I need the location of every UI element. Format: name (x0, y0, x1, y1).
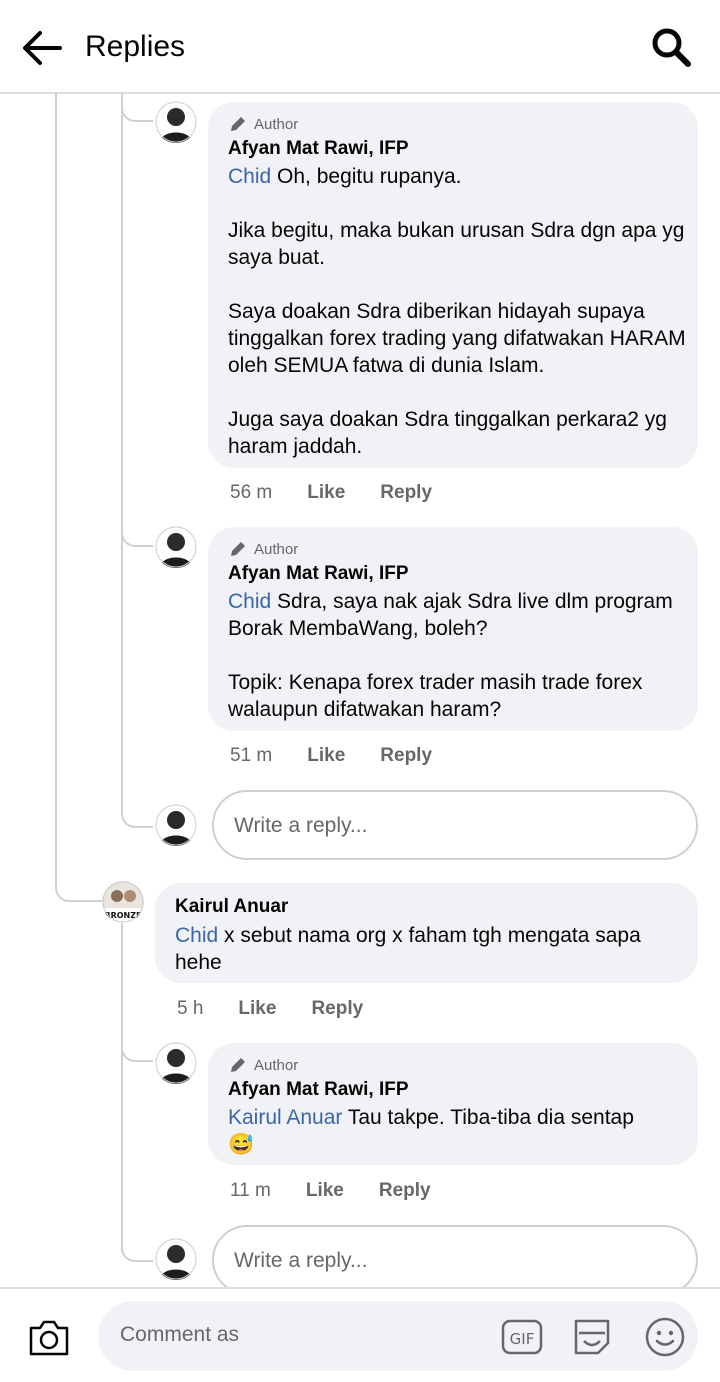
commenter-name[interactable]: Afyan Mat Rawi, IFP (228, 138, 409, 160)
svg-text:GIF: GIF (510, 1330, 535, 1348)
thread-elbow (121, 100, 153, 122)
thread-elbow (121, 525, 153, 547)
comment-actions: 51 m Like Reply (230, 745, 432, 767)
author-badge-label: Author (254, 115, 299, 133)
like-button[interactable]: Like (307, 482, 345, 504)
reply-input[interactable]: Write a reply... (212, 1225, 698, 1295)
comment-text: Kairul Anuar Tau takpe. Tiba-tiba dia se… (228, 1106, 634, 1156)
avatar[interactable] (155, 526, 197, 568)
timestamp[interactable]: 56 m (230, 482, 272, 504)
thread-elbow (121, 1040, 153, 1062)
reply-button[interactable]: Reply (379, 1180, 431, 1202)
commenter-name[interactable]: Afyan Mat Rawi, IFP (228, 1079, 409, 1101)
like-button[interactable]: Like (306, 1180, 344, 1202)
emoji-icon[interactable] (643, 1315, 687, 1359)
author-badge: Author (228, 114, 298, 134)
app-header: Replies (0, 0, 720, 94)
thread-line-inner-2 (121, 922, 123, 1252)
avatar (155, 804, 197, 846)
mention-link[interactable]: Chid (175, 924, 218, 947)
reply-button[interactable]: Reply (311, 998, 363, 1020)
commenter-name[interactable]: Afyan Mat Rawi, IFP (228, 563, 409, 585)
reply-button[interactable]: Reply (380, 745, 432, 767)
timestamp[interactable]: 5 h (177, 998, 203, 1020)
thread-elbow (121, 1244, 153, 1262)
camera-icon[interactable] (27, 1318, 71, 1358)
pencil-icon (231, 542, 245, 556)
pencil-icon (231, 117, 245, 131)
thread-elbow (55, 870, 103, 902)
timestamp[interactable]: 51 m (230, 745, 272, 767)
back-arrow-icon[interactable] (20, 28, 64, 68)
comment-actions: 56 m Like Reply (230, 482, 432, 504)
author-badge-label: Author (254, 1056, 299, 1074)
comment-composer-bar: Comment as GIF (0, 1287, 720, 1382)
comment-bubble: Kairul Anuar Chid x sebut nama org x fah… (155, 883, 698, 983)
avatar-badge-text: BRONZE (104, 911, 141, 920)
gif-icon[interactable]: GIF (500, 1315, 544, 1359)
comment-text: Chid Sdra, saya nak ajak Sdra live dlm p… (228, 590, 673, 721)
comment-bubble: Author Afyan Mat Rawi, IFP Chid Oh, begi… (208, 102, 698, 468)
reply-button[interactable]: Reply (380, 482, 432, 504)
avatar[interactable] (155, 1042, 197, 1084)
like-button[interactable]: Like (307, 745, 345, 767)
search-icon[interactable] (650, 26, 692, 68)
timestamp[interactable]: 11 m (230, 1180, 271, 1202)
commenter-name[interactable]: Kairul Anuar (175, 896, 288, 918)
reply-input[interactable]: Write a reply... (212, 790, 698, 860)
reply-input-placeholder: Write a reply... (234, 1249, 368, 1272)
author-badge-label: Author (254, 540, 299, 558)
avatar (155, 1238, 197, 1280)
comment-actions: 11 m Like Reply (230, 1180, 431, 1202)
reply-input-placeholder: Write a reply... (234, 814, 368, 837)
like-button[interactable]: Like (238, 998, 276, 1020)
comment-bubble: Author Afyan Mat Rawi, IFP Kairul Anuar … (208, 1043, 698, 1165)
mention-link[interactable]: Chid (228, 590, 271, 613)
pencil-icon (231, 1058, 245, 1072)
avatar[interactable] (155, 101, 197, 143)
avatar[interactable]: BRONZE (102, 881, 144, 923)
author-badge: Author (228, 539, 298, 559)
author-badge: Author (228, 1055, 298, 1075)
sticker-icon[interactable] (570, 1315, 614, 1359)
comment-input-placeholder: Comment as (120, 1323, 240, 1346)
thread-line-outer (55, 93, 57, 883)
page-title: Replies (85, 30, 186, 63)
comment-input[interactable]: Comment as GIF (98, 1301, 698, 1371)
comment-text: Chid Oh, begitu rupanya. Jika begitu, ma… (228, 165, 686, 458)
comment-bubble: Author Afyan Mat Rawi, IFP Chid Sdra, sa… (208, 527, 698, 731)
thread-elbow (121, 810, 153, 828)
thread-line-inner (121, 93, 123, 813)
mention-link[interactable]: Kairul Anuar (228, 1106, 342, 1129)
comment-actions: 5 h Like Reply (177, 998, 363, 1020)
mention-link[interactable]: Chid (228, 165, 271, 188)
emoji-sweat-smile: 😅 (228, 1133, 255, 1156)
comment-text: Chid x sebut nama org x faham tgh mengat… (175, 924, 647, 974)
